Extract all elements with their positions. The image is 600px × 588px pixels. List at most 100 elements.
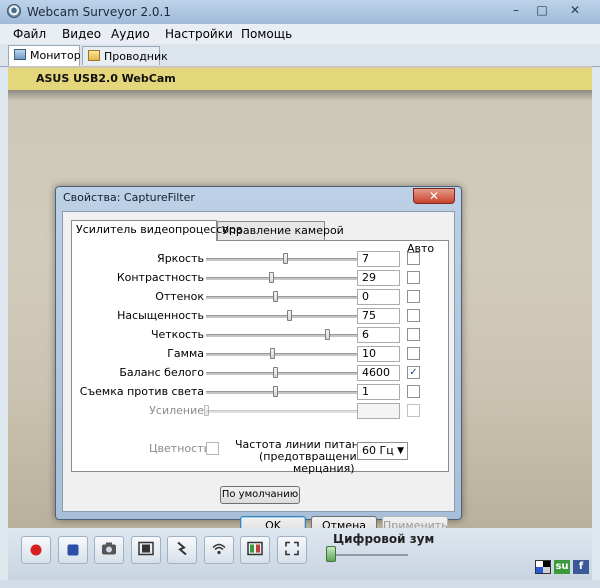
app-window: Webcam Surveyor 2.0.1 – □ ✕ Файл Видео А… — [0, 0, 600, 588]
digital-zoom-track — [328, 554, 408, 556]
motion-detect-icon — [174, 541, 190, 560]
property-label: Контрастность — [116, 271, 204, 284]
tab-monitor-label: Монитор — [30, 49, 81, 62]
property-label: Насыщенность — [117, 309, 204, 322]
facebook-icon[interactable]: f — [573, 560, 589, 574]
tab-explorer[interactable]: Проводник — [82, 46, 168, 65]
property-auto-checkbox[interactable] — [407, 328, 420, 341]
menu-settings[interactable]: Настройки — [165, 27, 233, 41]
tab-monitor[interactable]: Монитор — [8, 45, 81, 66]
color-enable-label: Цветность — [149, 442, 211, 455]
property-label: Яркость — [157, 252, 204, 265]
property-value-field[interactable]: 75 — [357, 308, 400, 324]
property-auto-checkbox — [407, 404, 420, 417]
broadcast-button[interactable] — [204, 536, 234, 564]
property-label: Баланс белого — [119, 366, 204, 379]
maximize-button[interactable]: □ — [531, 1, 553, 19]
property-slider-thumb — [204, 405, 209, 416]
menu-bar: Файл Видео Аудио Настройки Помощь — [0, 24, 600, 44]
camera-header: ASUS USB2.0 WebCam — [8, 68, 592, 90]
property-auto-checkbox[interactable] — [407, 347, 420, 360]
dialog-close-button[interactable]: ✕ — [413, 188, 455, 204]
property-slider-track[interactable] — [206, 334, 357, 337]
window-title: Webcam Surveyor 2.0.1 — [27, 5, 171, 19]
property-slider-track[interactable] — [206, 372, 357, 375]
snapshot-icon — [101, 542, 117, 559]
property-slider-track[interactable] — [206, 258, 357, 261]
chevron-down-icon: ▼ — [397, 446, 404, 456]
property-value-field[interactable]: 0 — [357, 289, 400, 305]
property-label: Четкость — [150, 328, 204, 341]
minimize-button[interactable]: – — [505, 1, 527, 19]
fullscreen-icon — [285, 541, 299, 559]
property-slider-track[interactable] — [206, 353, 357, 356]
digital-zoom-label: Цифровой зум — [333, 532, 435, 546]
title-bar[interactable]: Webcam Surveyor 2.0.1 – □ ✕ — [0, 0, 600, 24]
property-value-field[interactable]: 29 — [357, 270, 400, 286]
property-auto-checkbox[interactable] — [407, 385, 420, 398]
camera-settings-button[interactable] — [240, 536, 270, 564]
property-slider-thumb[interactable] — [273, 367, 278, 378]
property-value-field[interactable]: 10 — [357, 346, 400, 362]
folder-icon — [88, 50, 100, 61]
dialog-body: Усилитель видеопроцессора Управление кам… — [62, 211, 455, 536]
property-label: Съемка против света — [79, 385, 204, 398]
save-button[interactable] — [58, 536, 88, 564]
property-slider-thumb[interactable] — [325, 329, 330, 340]
property-label: Усиление — [149, 404, 204, 417]
default-button[interactable]: По умолчанию — [220, 486, 300, 504]
video-proc-amp-panel: Авто Яркость 7 Контрастность 29 Оттенок 0 Насы… — [71, 240, 449, 475]
record-button[interactable] — [21, 536, 51, 564]
tab-explorer-label: Проводник — [104, 50, 168, 63]
capture-filter-properties-dialog: Свойства: CaptureFilter ✕ Усилитель виде… — [55, 186, 462, 536]
video-clip-button[interactable] — [131, 536, 161, 564]
snapshot-button[interactable] — [94, 536, 124, 564]
property-auto-checkbox[interactable] — [407, 290, 420, 303]
delicious-icon[interactable] — [535, 560, 551, 574]
monitor-icon — [14, 49, 26, 60]
close-button[interactable]: ✕ — [558, 1, 592, 19]
stumbleupon-icon[interactable]: su — [554, 560, 570, 574]
property-auto-checkbox[interactable] — [407, 252, 420, 265]
property-label: Оттенок — [155, 290, 204, 303]
property-auto-checkbox[interactable]: ✓ — [407, 366, 420, 379]
powerline-frequency-select[interactable]: 60 Гц ▼ — [357, 442, 408, 460]
menu-video[interactable]: Видео — [62, 27, 101, 41]
property-slider-track[interactable] — [206, 277, 357, 280]
save-icon — [67, 544, 79, 556]
property-slider-thumb[interactable] — [269, 272, 274, 283]
status-bar — [0, 580, 600, 588]
property-auto-checkbox[interactable] — [407, 271, 420, 284]
color-enable-checkbox[interactable] — [206, 442, 219, 455]
powerline-frequency-value: 60 Гц — [362, 444, 394, 457]
fullscreen-button[interactable] — [277, 536, 307, 564]
motion-detect-button[interactable] — [167, 536, 197, 564]
property-value-field[interactable]: 1 — [357, 384, 400, 400]
property-slider-thumb[interactable] — [283, 253, 288, 264]
broadcast-icon — [211, 542, 227, 559]
webcam-app-icon — [7, 4, 21, 18]
property-slider-track[interactable] — [206, 391, 357, 394]
property-slider-thumb[interactable] — [287, 310, 292, 321]
property-value-field[interactable]: 4600 — [357, 365, 400, 381]
property-slider-track[interactable] — [206, 296, 357, 299]
digital-zoom-slider[interactable] — [326, 546, 336, 562]
property-slider-thumb[interactable] — [270, 348, 275, 359]
property-slider-track — [206, 410, 357, 413]
app-tab-strip: Монитор Проводник — [0, 44, 600, 67]
property-value-field[interactable]: 7 — [357, 251, 400, 267]
video-clip-icon — [138, 541, 154, 559]
property-value-field[interactable]: 6 — [357, 327, 400, 343]
menu-audio[interactable]: Аудио — [111, 27, 150, 41]
property-auto-checkbox[interactable] — [407, 309, 420, 322]
record-icon — [30, 544, 42, 556]
property-slider-thumb[interactable] — [273, 386, 278, 397]
property-slider-thumb[interactable] — [273, 291, 278, 302]
property-slider-track[interactable] — [206, 315, 357, 318]
menu-help[interactable]: Помощь — [241, 27, 292, 41]
property-label: Гамма — [167, 347, 204, 360]
tab-video-proc-amp[interactable]: Усилитель видеопроцессора — [71, 220, 243, 241]
bottom-toolbar: Цифровой зум su f — [8, 528, 592, 580]
camera-name: ASUS USB2.0 WebCam — [36, 72, 176, 85]
menu-file[interactable]: Файл — [13, 27, 46, 41]
